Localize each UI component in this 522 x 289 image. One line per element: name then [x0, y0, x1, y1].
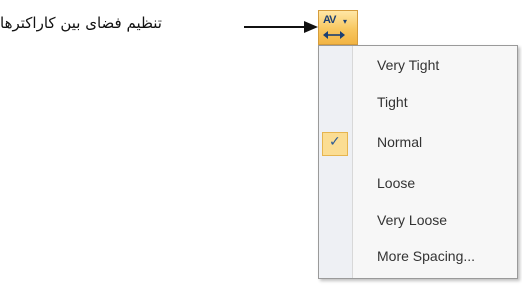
- menu-item-very-tight[interactable]: Very Tight: [319, 48, 517, 84]
- menu-item-tight[interactable]: Tight: [319, 85, 517, 121]
- character-spacing-menu: Very Tight Tight ✓ Normal Loose Very Loo…: [318, 45, 518, 279]
- left-right-arrows-icon: [323, 31, 345, 39]
- character-spacing-button[interactable]: AV ▾: [318, 10, 358, 45]
- checked-indicator: ✓: [322, 132, 348, 156]
- av-label: AV: [323, 14, 337, 26]
- menu-item-label: Tight: [377, 94, 408, 110]
- menu-item-more-spacing[interactable]: More Spacing...: [319, 239, 517, 275]
- menu-item-label: Very Loose: [377, 212, 448, 228]
- menu-item-label: Normal: [377, 134, 423, 150]
- checkmark-icon: ✓: [329, 134, 341, 150]
- menu-item-loose[interactable]: Loose: [319, 166, 517, 202]
- menu-item-normal[interactable]: ✓ Normal: [319, 125, 517, 161]
- menu-item-label: Loose: [377, 175, 416, 191]
- callout-text: تنظیم فضای بین کاراکترها: [0, 14, 162, 32]
- menu-item-label: Very Tight: [377, 57, 440, 73]
- callout-arrow-icon: [244, 21, 318, 33]
- callout-caption: تنظیم فضای بین کاراکترها: [0, 0, 318, 55]
- menu-item-label: More Spacing...: [377, 248, 476, 264]
- menu-item-very-loose[interactable]: Very Loose: [319, 203, 517, 239]
- dropdown-caret-icon: ▾: [343, 17, 348, 26]
